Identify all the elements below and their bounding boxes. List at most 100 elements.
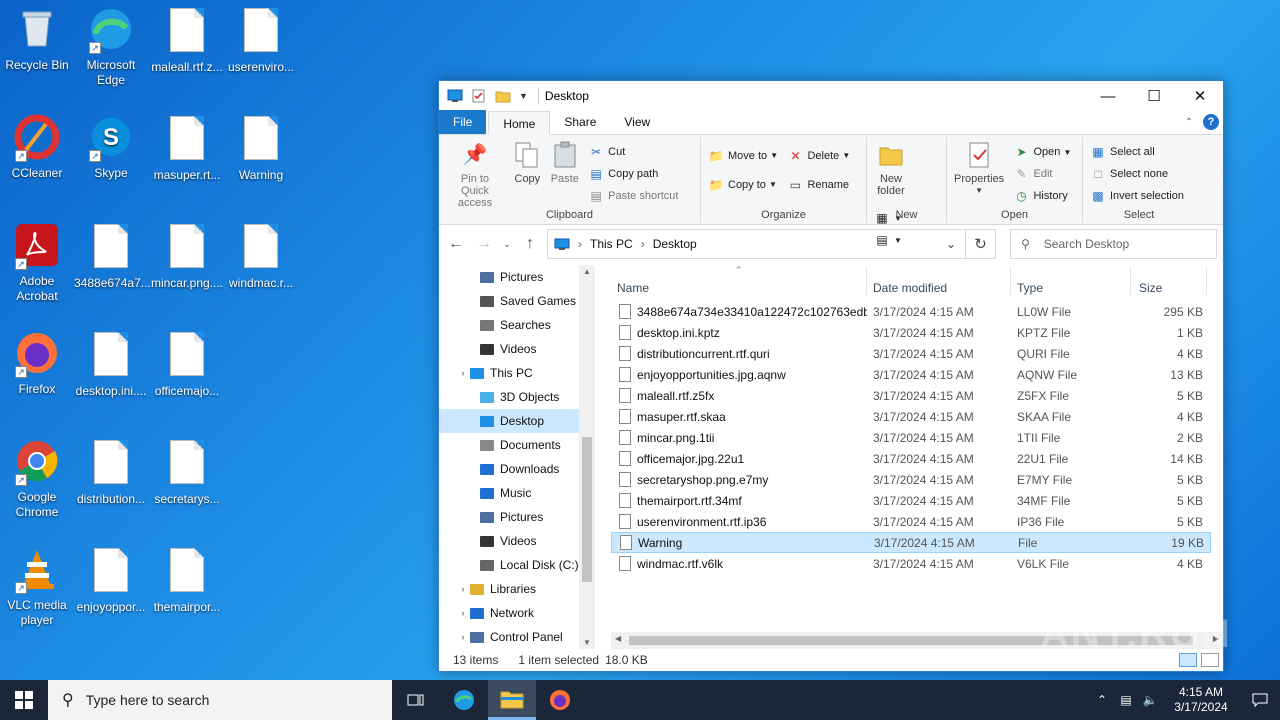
open-button[interactable]: ➤ Open ▼ bbox=[1010, 141, 1074, 163]
breadcrumb-this-pc[interactable]: This PC bbox=[590, 237, 633, 251]
tab-share[interactable]: Share bbox=[550, 110, 610, 134]
quick-access-dropdown-icon[interactable]: ▼ bbox=[519, 91, 528, 101]
nav-item-pictures[interactable]: Pictures bbox=[439, 505, 595, 529]
file-row[interactable]: windmac.rtf.v6lk 3/17/2024 4:15 AM V6LK Fi… bbox=[611, 553, 1223, 574]
new-folder-icon[interactable] bbox=[495, 89, 511, 103]
expand-chevron-icon[interactable]: › bbox=[457, 368, 469, 378]
scroll-up-icon[interactable]: ▲ bbox=[579, 267, 595, 276]
select-none-button[interactable]: □ Select none bbox=[1087, 163, 1187, 185]
breadcrumb-desktop[interactable]: Desktop bbox=[653, 237, 697, 251]
desktop-icon-userenviro[interactable]: userenviro... bbox=[224, 6, 298, 75]
copy-button[interactable]: Copy bbox=[510, 137, 544, 189]
desktop-icon-3488e674a7[interactable]: 3488e674a7... bbox=[74, 222, 151, 291]
file-row[interactable]: officemajor.jpg.22u1 3/17/2024 4:15 AM 22U… bbox=[611, 448, 1223, 469]
clock[interactable]: 4:15 AM 3/17/2024 bbox=[1162, 685, 1240, 715]
desktop-icon-distribution[interactable]: distribution... bbox=[74, 438, 148, 507]
desktop-icon-desktop-ini[interactable]: desktop.ini.... bbox=[74, 330, 148, 399]
expand-chevron-icon[interactable]: › bbox=[457, 584, 469, 594]
desktop-icon-microsoft-edge[interactable]: ↗ Microsoft Edge bbox=[74, 6, 148, 88]
invert-selection-button[interactable]: ▩ Invert selection bbox=[1087, 185, 1187, 207]
nav-item-videos[interactable]: Videos bbox=[439, 529, 595, 553]
desktop-icon-skype[interactable]: S ↗ Skype bbox=[74, 114, 148, 181]
taskbar-firefox[interactable] bbox=[536, 680, 584, 720]
paste-shortcut-button[interactable]: ▤ Paste shortcut bbox=[585, 185, 681, 207]
tab-file[interactable]: File bbox=[439, 110, 487, 134]
nav-item-network[interactable]: › Network bbox=[439, 601, 595, 625]
desktop-icon-google-chrome[interactable]: ↗ Google Chrome bbox=[0, 438, 74, 520]
network-icon[interactable]: ▤ bbox=[1114, 693, 1138, 707]
edit-button[interactable]: ✎ Edit bbox=[1010, 163, 1074, 185]
refresh-button[interactable]: ↻ bbox=[966, 229, 996, 259]
column-date-modified[interactable]: Date modified bbox=[867, 267, 1011, 295]
nav-item-searches[interactable]: Searches bbox=[439, 313, 595, 337]
nav-item-libraries[interactable]: › Libraries bbox=[439, 577, 595, 601]
nav-item-videos[interactable]: Videos bbox=[439, 337, 595, 361]
delete-button[interactable]: ✕ Delete ▼ bbox=[784, 141, 853, 170]
desktop-icon-officemajo[interactable]: officemajo... bbox=[150, 330, 224, 399]
taskbar-search-box[interactable]: ⚲ Type here to search bbox=[48, 680, 392, 720]
desktop-icon-windmac-r[interactable]: windmac.r... bbox=[224, 222, 298, 291]
nav-item-desktop[interactable]: Desktop bbox=[439, 409, 595, 433]
tab-home[interactable]: Home bbox=[488, 111, 551, 135]
column-type[interactable]: Type bbox=[1011, 267, 1131, 295]
close-button[interactable]: ✕ bbox=[1177, 81, 1223, 111]
nav-item-control-panel[interactable]: › Control Panel bbox=[439, 625, 595, 649]
easy-access-button[interactable]: ▤ ▼ bbox=[871, 229, 905, 251]
desktop-icon-warning[interactable]: Warning bbox=[224, 114, 298, 183]
nav-item-music[interactable]: Music bbox=[439, 481, 595, 505]
file-row[interactable]: userenvironment.rtf.ip36 3/17/2024 4:15 A… bbox=[611, 511, 1223, 532]
tab-view[interactable]: View bbox=[610, 110, 664, 134]
volume-icon[interactable]: 🔈 bbox=[1138, 693, 1162, 707]
rename-button[interactable]: ▭ Rename bbox=[784, 170, 853, 199]
help-icon[interactable]: ? bbox=[1203, 114, 1219, 130]
nav-item-saved-games[interactable]: Saved Games bbox=[439, 289, 595, 313]
taskbar-file-explorer[interactable] bbox=[488, 680, 536, 720]
minimize-button[interactable]: — bbox=[1085, 81, 1131, 111]
copy-path-button[interactable]: ▤ Copy path bbox=[585, 163, 681, 185]
notification-button[interactable] bbox=[1240, 692, 1280, 708]
nav-item-pictures[interactable]: Pictures bbox=[439, 265, 595, 289]
search-input[interactable]: ⚲ Search Desktop bbox=[1010, 229, 1217, 259]
taskbar-edge[interactable] bbox=[440, 680, 488, 720]
file-row[interactable]: desktop.ini.kptz 3/17/2024 4:15 AM KPTZ Fi… bbox=[611, 322, 1223, 343]
task-view-button[interactable] bbox=[392, 680, 440, 720]
scroll-left-icon[interactable]: ◀ bbox=[615, 634, 621, 643]
new-folder-button[interactable]: New folder bbox=[871, 137, 911, 201]
back-button[interactable]: ← bbox=[445, 235, 467, 253]
start-button[interactable] bbox=[0, 680, 48, 720]
properties-icon[interactable] bbox=[471, 89, 487, 103]
nav-item-local-disk-c[interactable]: Local Disk (C:) bbox=[439, 553, 595, 577]
nav-item-documents[interactable]: Documents bbox=[439, 433, 595, 457]
copy-to-button[interactable]: 📁 Copy to ▼ bbox=[705, 170, 781, 199]
desktop-icon-ccleaner[interactable]: ↗ CCleaner bbox=[0, 114, 74, 181]
tray-overflow-icon[interactable]: ⌃ bbox=[1090, 693, 1114, 707]
desktop-icon-vlc-media-player[interactable]: ↗ VLC media player bbox=[0, 546, 74, 628]
desktop-icon-maleall-rtf-z[interactable]: maleall.rtf.z... bbox=[150, 6, 224, 75]
nav-scroll-thumb[interactable] bbox=[582, 437, 592, 582]
history-button[interactable]: ◷ History bbox=[1010, 185, 1074, 207]
desktop-icon-adobe-acrobat[interactable]: ↗ Adobe Acrobat bbox=[0, 222, 74, 304]
maximize-button[interactable]: ☐ bbox=[1131, 81, 1177, 111]
nav-item-downloads[interactable]: Downloads bbox=[439, 457, 595, 481]
nav-item-3d-objects[interactable]: 3D Objects bbox=[439, 385, 595, 409]
file-row[interactable]: maleall.rtf.z5fx 3/17/2024 4:15 AM Z5FX Fi… bbox=[611, 385, 1223, 406]
nav-item-this-pc[interactable]: › This PC bbox=[439, 361, 595, 385]
collapse-ribbon-icon[interactable]: ⌃ bbox=[1185, 117, 1193, 128]
forward-button[interactable]: → bbox=[473, 235, 495, 253]
file-row[interactable]: 3488e674a734e33410a122472c102763edb... 3/… bbox=[611, 301, 1223, 322]
expand-chevron-icon[interactable]: › bbox=[457, 632, 469, 642]
desktop-icon-firefox[interactable]: ↗ Firefox bbox=[0, 330, 74, 397]
pin-quick-access-button[interactable]: 📌 Pin to Quick access bbox=[443, 137, 507, 213]
select-all-button[interactable]: ▦ Select all bbox=[1087, 141, 1187, 163]
column-size[interactable]: Size bbox=[1131, 267, 1207, 295]
file-row[interactable]: secretaryshop.png.e7my 3/17/2024 4:15 AM E… bbox=[611, 469, 1223, 490]
file-row[interactable]: enjoyopportunities.jpg.aqnw 3/17/2024 4:1… bbox=[611, 364, 1223, 385]
cut-button[interactable]: ✂ Cut bbox=[585, 141, 681, 163]
nav-scrollbar[interactable]: ▲ ▼ bbox=[579, 265, 595, 649]
desktop-icon-themairpor[interactable]: themairpor... bbox=[150, 546, 224, 615]
expand-chevron-icon[interactable]: › bbox=[457, 608, 469, 618]
address-dropdown-icon[interactable]: ⌄ bbox=[937, 237, 965, 251]
desktop-icon-enjoyoppor[interactable]: enjoyoppor... bbox=[74, 546, 148, 615]
file-row[interactable]: themairport.rtf.34mf 3/17/2024 4:15 AM 34M… bbox=[611, 490, 1223, 511]
paste-button[interactable]: Paste bbox=[548, 137, 582, 189]
